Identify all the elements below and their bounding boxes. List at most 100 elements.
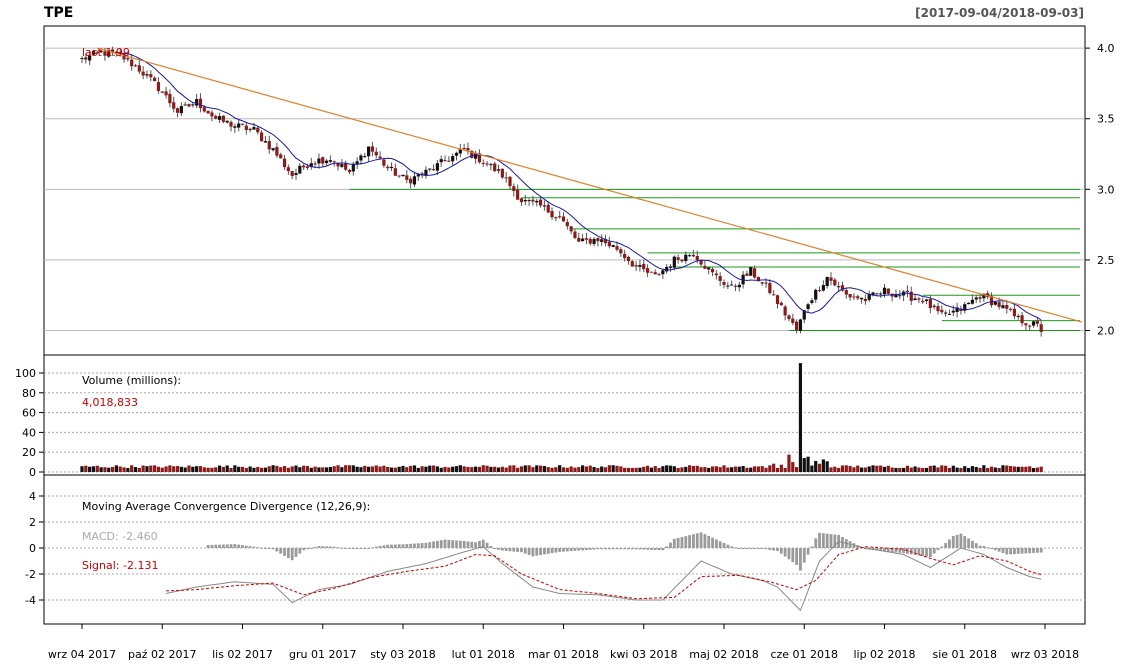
macd-histogram-bar — [344, 548, 348, 549]
x-tick-label: lut 01 2018 — [452, 648, 515, 661]
macd-histogram-bar — [818, 532, 821, 548]
macd-histogram-bar — [588, 548, 592, 550]
candle-body — [256, 127, 260, 133]
volume-bar — [470, 467, 474, 472]
macd-histogram-bar — [986, 547, 990, 549]
candle-body — [970, 299, 974, 304]
macd-histogram-bar — [371, 547, 374, 549]
volume-bar — [175, 465, 180, 472]
macd-histogram-bar — [298, 548, 302, 554]
macd-histogram-bar — [649, 548, 653, 550]
macd-histogram-bar — [772, 548, 776, 551]
volume-bar — [80, 466, 84, 472]
candle-body — [160, 91, 164, 93]
volume-bar — [752, 466, 757, 472]
volume-bar — [760, 466, 764, 472]
macd-histogram-bar — [1028, 548, 1032, 554]
date-range-label: [2017-09-04/2018-09-03] — [915, 6, 1084, 20]
volume-bar — [806, 456, 810, 472]
macd-histogram-bar — [359, 548, 363, 549]
volume-bar — [856, 465, 860, 472]
candle-body — [252, 127, 256, 130]
candle-body — [237, 123, 241, 128]
macd-histogram-bar — [959, 533, 963, 548]
candle-body — [1001, 305, 1005, 309]
macd-histogram-bar — [351, 548, 355, 549]
macd-histogram-bar — [466, 541, 470, 548]
candle-body — [795, 321, 799, 331]
volume-bar — [160, 467, 164, 472]
volume-bar — [397, 466, 401, 472]
macd-histogram-bar — [210, 544, 214, 548]
macd-histogram-bar — [814, 538, 818, 548]
candle-body — [722, 282, 726, 285]
macd-histogram-bar — [286, 548, 290, 559]
volume-bar — [130, 465, 134, 472]
volume-bar — [764, 467, 768, 472]
volume-bar — [951, 465, 955, 472]
macd-histogram-bar — [550, 548, 554, 554]
macd-histogram-bar — [271, 548, 275, 550]
macd-histogram-bar — [672, 538, 676, 548]
macd-histogram-bar — [676, 537, 680, 548]
candle-body — [164, 91, 168, 96]
candle-body — [611, 245, 615, 247]
volume-bar — [817, 463, 822, 472]
macd-histogram-bar — [493, 548, 497, 550]
candle-body — [355, 161, 359, 164]
volume-bar — [516, 467, 520, 472]
x-tick-label: sie 01 2018 — [932, 648, 997, 661]
macd-histogram-bar — [416, 543, 420, 548]
volume-bar — [833, 466, 837, 472]
macd-histogram-bar — [970, 540, 974, 548]
candle-body — [615, 246, 619, 250]
volume-bar — [260, 467, 264, 472]
candle-body — [691, 254, 696, 257]
macd-histogram-bar — [944, 543, 948, 548]
volume-bar — [783, 467, 787, 472]
macd-histogram-bar — [611, 548, 615, 550]
candle-body — [619, 249, 623, 254]
volume-bar — [424, 466, 428, 472]
volume-bar — [661, 466, 665, 472]
volume-bar — [963, 466, 967, 472]
candle-body — [775, 295, 780, 304]
macd-histogram-bar — [256, 547, 260, 549]
candle-body — [898, 295, 902, 297]
macd-histogram-bar — [520, 548, 523, 553]
candle-body — [439, 159, 443, 163]
volume-bar — [703, 467, 707, 472]
candle-body — [443, 160, 447, 162]
volume-bar — [565, 467, 569, 472]
volume-bar — [126, 468, 130, 472]
volume-bar — [668, 465, 673, 472]
candle-body — [374, 151, 378, 156]
candle-body — [481, 162, 485, 164]
candle-body — [271, 148, 275, 151]
volume-bar — [512, 465, 516, 472]
candle-body — [508, 176, 512, 187]
price-tick-label: 2.5 — [1097, 254, 1115, 267]
volume-bar — [592, 466, 596, 472]
macd-histogram-bar — [504, 548, 508, 551]
macd-histogram-bar — [581, 548, 585, 551]
volume-bar — [481, 465, 485, 472]
macd-histogram-bar — [229, 544, 233, 548]
volume-bar — [623, 467, 627, 472]
macd-histogram-bar — [963, 536, 967, 548]
volume-bar — [279, 467, 283, 472]
macd-histogram-bar — [1035, 548, 1039, 553]
macd-histogram-bar — [810, 546, 814, 548]
macd-histogram-bar — [669, 542, 672, 548]
candle-body — [156, 82, 161, 91]
candle-body — [359, 155, 363, 161]
volume-bar — [921, 467, 925, 472]
signal-value: Signal: -2.131 — [82, 559, 158, 572]
macd-histogram-bar — [699, 532, 703, 548]
volume-bar — [370, 466, 375, 472]
macd-histogram-bar — [455, 540, 458, 548]
macd-histogram-bar — [1016, 548, 1020, 554]
candle-body — [974, 297, 978, 300]
macd-histogram-bar — [821, 533, 825, 548]
macd-histogram-bar — [443, 539, 447, 548]
